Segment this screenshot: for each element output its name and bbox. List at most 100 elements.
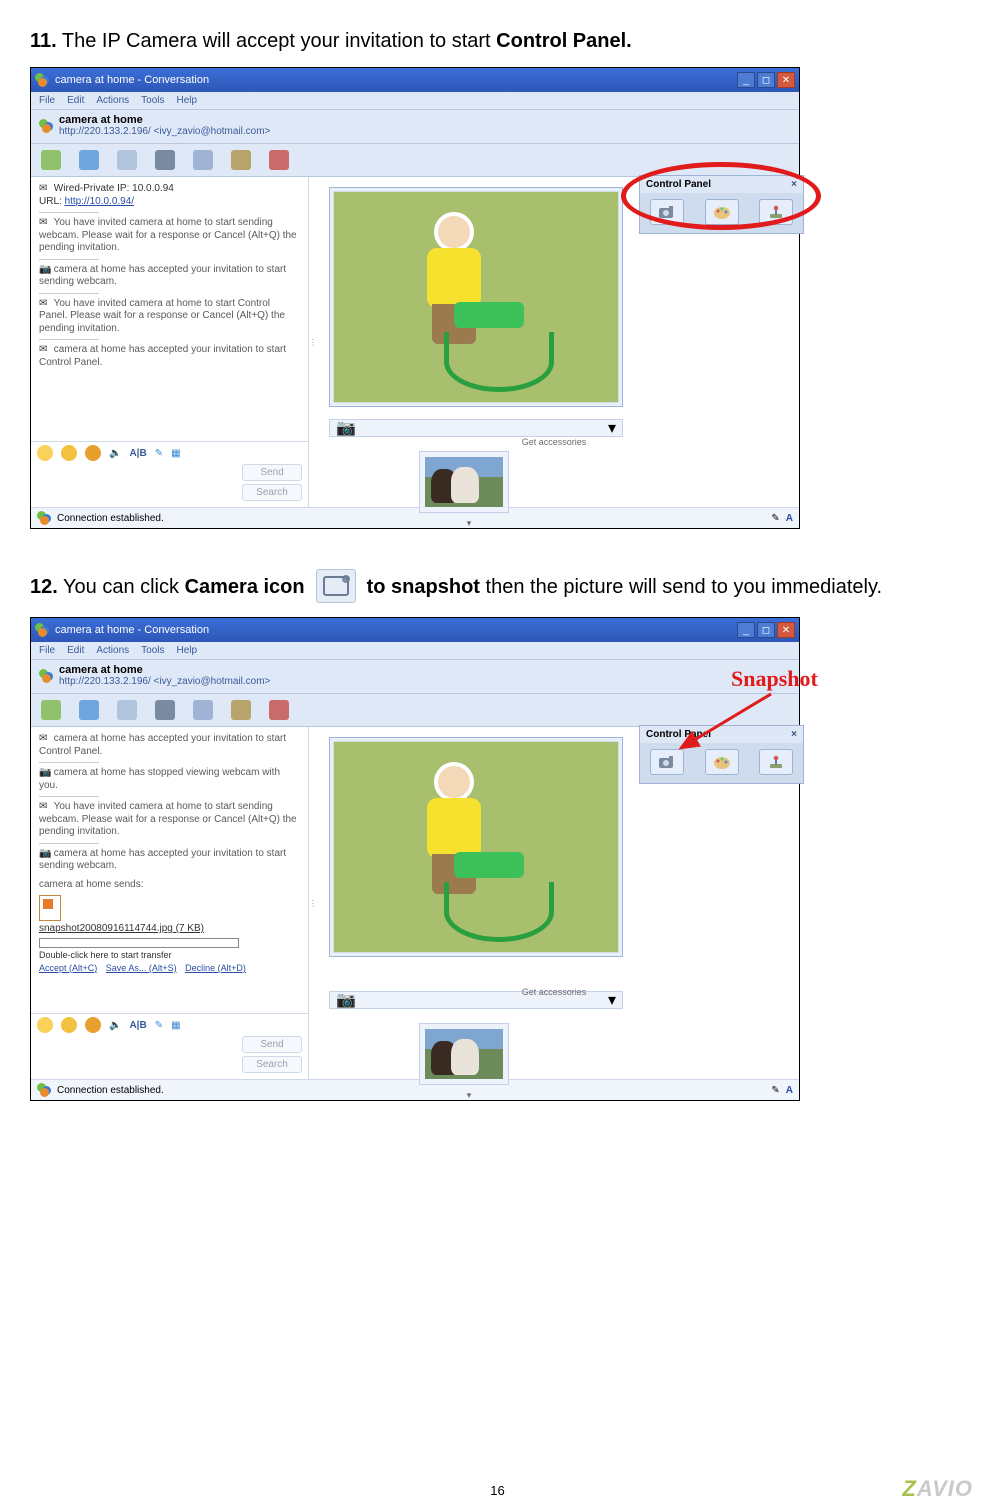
background-icon[interactable]: ✎ [155,448,163,459]
webcam-options-dropdown[interactable]: ▾ [608,418,616,438]
webcam-accepted-icon: 📷 [39,848,51,860]
webcam-icon[interactable] [117,700,137,720]
menu-edit[interactable]: Edit [67,645,84,656]
invite-icon[interactable] [41,150,61,170]
status-text: Connection established. [57,513,164,524]
menu-file[interactable]: File [39,645,55,656]
self-thumbnail [419,1023,509,1085]
maximize-button[interactable]: ◻ [757,622,775,638]
nudge-icon[interactable] [85,1017,101,1033]
wink-icon[interactable] [61,1017,77,1033]
emoji-icon[interactable] [37,1017,53,1033]
horse-picture [425,457,503,507]
packs-icon[interactable]: ▦ [171,1020,180,1031]
file-icon [39,895,61,921]
status-icon [37,1083,51,1097]
menu-tools[interactable]: Tools [141,645,164,656]
menu-help[interactable]: Help [177,95,198,106]
double-click-hint[interactable]: Double-click here to start transfer [39,950,300,961]
emoji-icon[interactable] [37,445,53,461]
share-files-icon[interactable] [79,700,99,720]
packs-icon[interactable]: ▦ [171,448,180,459]
block-icon[interactable] [269,700,289,720]
close-button[interactable]: ✕ [777,622,795,638]
highlight-ellipse [621,162,821,230]
contact-url: http://220.133.2.196/ <ivy_zavio@hotmail… [59,126,270,137]
webcam-small-icon[interactable]: 📷 [336,418,356,438]
font-a-icon[interactable]: A [786,1085,793,1096]
maximize-button[interactable]: ◻ [757,72,775,88]
screenshot-1: camera at home - Conversation _ ◻ ✕ File… [30,67,800,529]
format-bar: 🔈 A|B ✎ ▦ [31,441,308,464]
close-button[interactable]: ✕ [777,72,795,88]
menu-actions[interactable]: Actions [96,95,129,106]
camera-icon-inline [316,569,356,603]
splitter-handle[interactable]: ⋮ [309,177,317,507]
progress-bar [39,938,239,948]
send-button[interactable]: Send [242,464,302,481]
window-titlebar: camera at home - Conversation _ ◻ ✕ [31,68,799,92]
games-icon[interactable] [231,150,251,170]
format-bar: 🔈 A|B ✎ ▦ [31,1013,308,1036]
search-button[interactable]: Search [242,1056,302,1073]
minimize-button[interactable]: _ [737,72,755,88]
window-titlebar: camera at home - Conversation _ ◻ ✕ [31,618,799,642]
send-button[interactable]: Send [242,1036,302,1053]
video-pane: ⋮ 📷 ▾ Get accessories ▾ Control Panel × [309,727,799,1079]
splitter-handle[interactable]: ⋮ [309,727,317,1079]
activities-icon[interactable] [193,150,213,170]
activities-icon[interactable] [193,700,213,720]
ip-url-link[interactable]: http://10.0.0.94/ [65,196,135,207]
baby-walker [444,302,564,392]
control-panel-close[interactable]: × [791,729,797,740]
get-accessories-link[interactable]: Get accessories [309,437,799,447]
minimize-button[interactable]: _ [737,622,755,638]
call-icon[interactable] [155,700,175,720]
invite-icon[interactable] [41,700,61,720]
webcam-icon[interactable] [117,150,137,170]
info-icon: ✉ [39,298,51,310]
info-icon: ✉ [39,801,51,813]
decline-link[interactable]: Decline (Alt+D) [185,963,246,973]
block-icon[interactable] [269,150,289,170]
file-name: snapshot20080916114744.jpg (7 KB) [39,923,300,936]
edit-icon[interactable]: ✎ [771,1085,779,1096]
menu-file[interactable]: File [39,95,55,106]
contact-name: camera at home [59,114,270,126]
brand-logo: ZAVIO [902,1476,973,1502]
chat-log: ✉ camera at home has accepted your invit… [31,727,308,1013]
nudge-icon[interactable] [85,445,101,461]
search-button[interactable]: Search [242,484,302,501]
games-icon[interactable] [231,700,251,720]
page-number: 16 [0,1483,995,1498]
menu-actions[interactable]: Actions [96,645,129,656]
edit-icon[interactable]: ✎ [771,513,779,524]
call-icon[interactable] [155,150,175,170]
get-accessories-link[interactable]: Get accessories [309,987,799,997]
screenshot-2: camera at home - Conversation _ ◻ ✕ File… [30,617,800,1101]
voice-clip-icon[interactable]: 🔈 [109,448,121,459]
menu-edit[interactable]: Edit [67,95,84,106]
content-area: ✉ camera at home has accepted your invit… [31,727,799,1079]
share-files-icon[interactable] [79,150,99,170]
font-icon[interactable]: A|B [129,1020,146,1031]
menu-tools[interactable]: Tools [141,95,164,106]
step-11-text: 11. The IP Camera will accept your invit… [30,30,965,53]
voice-clip-icon[interactable]: 🔈 [109,1020,121,1031]
menu-help[interactable]: Help [177,645,198,656]
thumb-options[interactable]: ▾ [439,518,499,529]
statusbar: Connection established. ✎ A [31,1079,799,1100]
font-a-icon[interactable]: A [786,513,793,524]
thumb-options[interactable]: ▾ [439,1090,499,1101]
send-row: Send Search [31,464,308,507]
font-icon[interactable]: A|B [129,448,146,459]
save-as-link[interactable]: Save As... (Alt+S) [106,963,177,973]
background-icon[interactable]: ✎ [155,1020,163,1031]
webcam-frame [329,737,623,957]
msn-icon [35,73,49,87]
wink-icon[interactable] [61,445,77,461]
webcam-accepted-icon: 📷 [39,264,51,276]
menubar: File Edit Actions Tools Help [31,642,799,660]
accept-link[interactable]: Accept (Alt+C) [39,963,97,973]
step-12-text: 12. You can click Camera icon to snapsho… [30,569,965,603]
